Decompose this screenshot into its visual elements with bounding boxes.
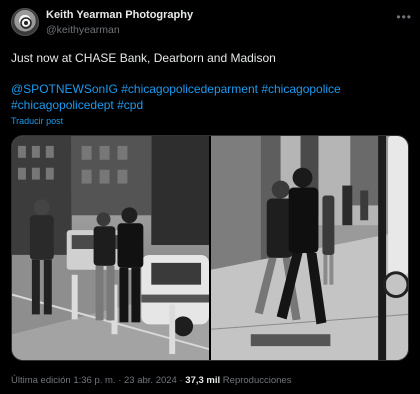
street-arrest-photo[interactable] (12, 136, 209, 360)
hashtag-link[interactable]: #cpd (117, 98, 143, 112)
mention-link[interactable]: @SPOTNEWSonIG (11, 82, 118, 96)
media-grid (11, 135, 409, 361)
user-handle[interactable]: @keithyearman (46, 24, 120, 36)
hashtag-link[interactable]: #chicagopolice (261, 82, 340, 96)
separator: · (179, 375, 183, 386)
hashtag-link[interactable]: #chicagopolicedept (11, 98, 114, 112)
view-count: 37,3 mil (185, 375, 221, 386)
timestamp[interactable]: 1:36 p. m. (73, 375, 115, 386)
tweet-text: Just now at CHASE Bank, Dearborn and Mad… (11, 50, 411, 113)
separator: · (118, 375, 122, 386)
hashtag-link[interactable]: #chicagopolicedeparment (121, 82, 258, 96)
tweet-meta: Última edición 1:36 p. m. · 23 abr. 2024… (11, 375, 291, 386)
ellipsis-icon[interactable]: ••• (396, 10, 412, 24)
translate-link[interactable]: Traducir post (11, 116, 63, 126)
hashtag-line-2: #chicagopolicedept #cpd (11, 97, 411, 113)
display-name[interactable]: Keith Yearman Photography (46, 9, 193, 21)
date[interactable]: 23 abr. 2024 (124, 375, 177, 386)
views-label: Reproducciones (222, 375, 292, 386)
sidewalk-escort-photo[interactable] (211, 136, 408, 360)
tweet-line: Just now at CHASE Bank, Dearborn and Mad… (11, 51, 276, 65)
camera-logo-icon (20, 17, 32, 29)
avatar[interactable] (11, 8, 39, 36)
hashtag-line-1: @SPOTNEWSonIG #chicagopolicedeparment #c… (11, 81, 411, 97)
edited-label[interactable]: Última edición (11, 375, 71, 386)
